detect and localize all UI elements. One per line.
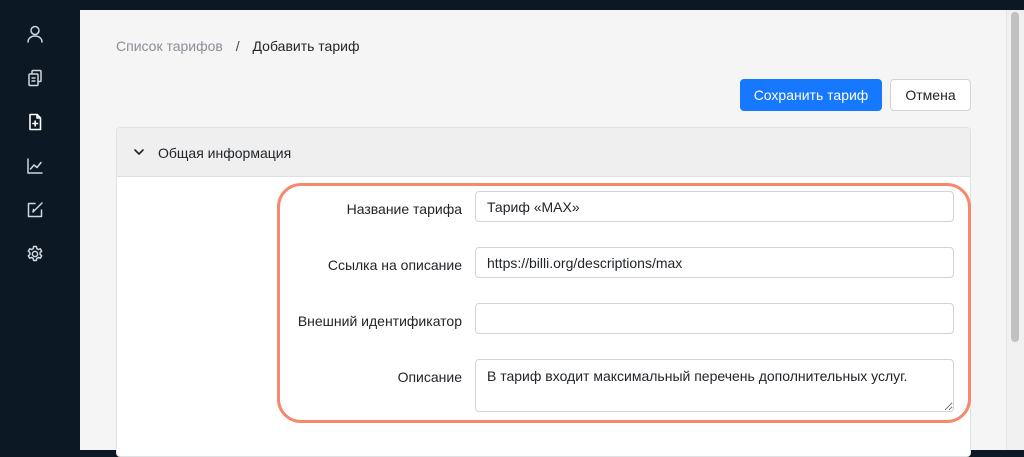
breadcrumb-separator: /	[235, 38, 240, 54]
breadcrumb-current: Добавить тариф	[252, 38, 360, 54]
cancel-button[interactable]: Отмена	[890, 79, 971, 111]
chevron-down-icon	[134, 149, 144, 155]
tariff-name-input[interactable]	[475, 191, 954, 222]
user-icon[interactable]	[25, 24, 45, 44]
external-id-label: Внешний идентификатор	[297, 313, 462, 329]
gear-icon[interactable]	[25, 244, 45, 264]
document-add-icon[interactable]	[25, 112, 45, 132]
panel-title: Общая информация	[158, 145, 292, 161]
scrollbar-thumb[interactable]	[1011, 12, 1019, 342]
external-id-input[interactable]	[475, 303, 954, 334]
tariff-name-label: Название тарифа	[346, 201, 462, 217]
description-link-label: Ссылка на описание	[327, 257, 462, 273]
chart-icon[interactable]	[25, 156, 45, 176]
description-label: Описание	[397, 369, 462, 385]
documents-icon[interactable]	[25, 68, 45, 88]
description-textarea[interactable]: В тариф входит максимальный перечень доп…	[475, 359, 954, 412]
breadcrumb-link-tariff-list[interactable]: Список тарифов	[116, 38, 223, 54]
save-tariff-button[interactable]: Сохранить тариф	[740, 79, 882, 111]
sidebar	[0, 0, 80, 450]
edit-square-icon[interactable]	[25, 200, 45, 220]
description-link-input[interactable]	[475, 247, 954, 278]
top-bar	[80, 0, 1024, 10]
panel-header[interactable]: Общая информация	[117, 128, 970, 177]
breadcrumb: Список тарифов / Добавить тариф	[116, 37, 359, 55]
